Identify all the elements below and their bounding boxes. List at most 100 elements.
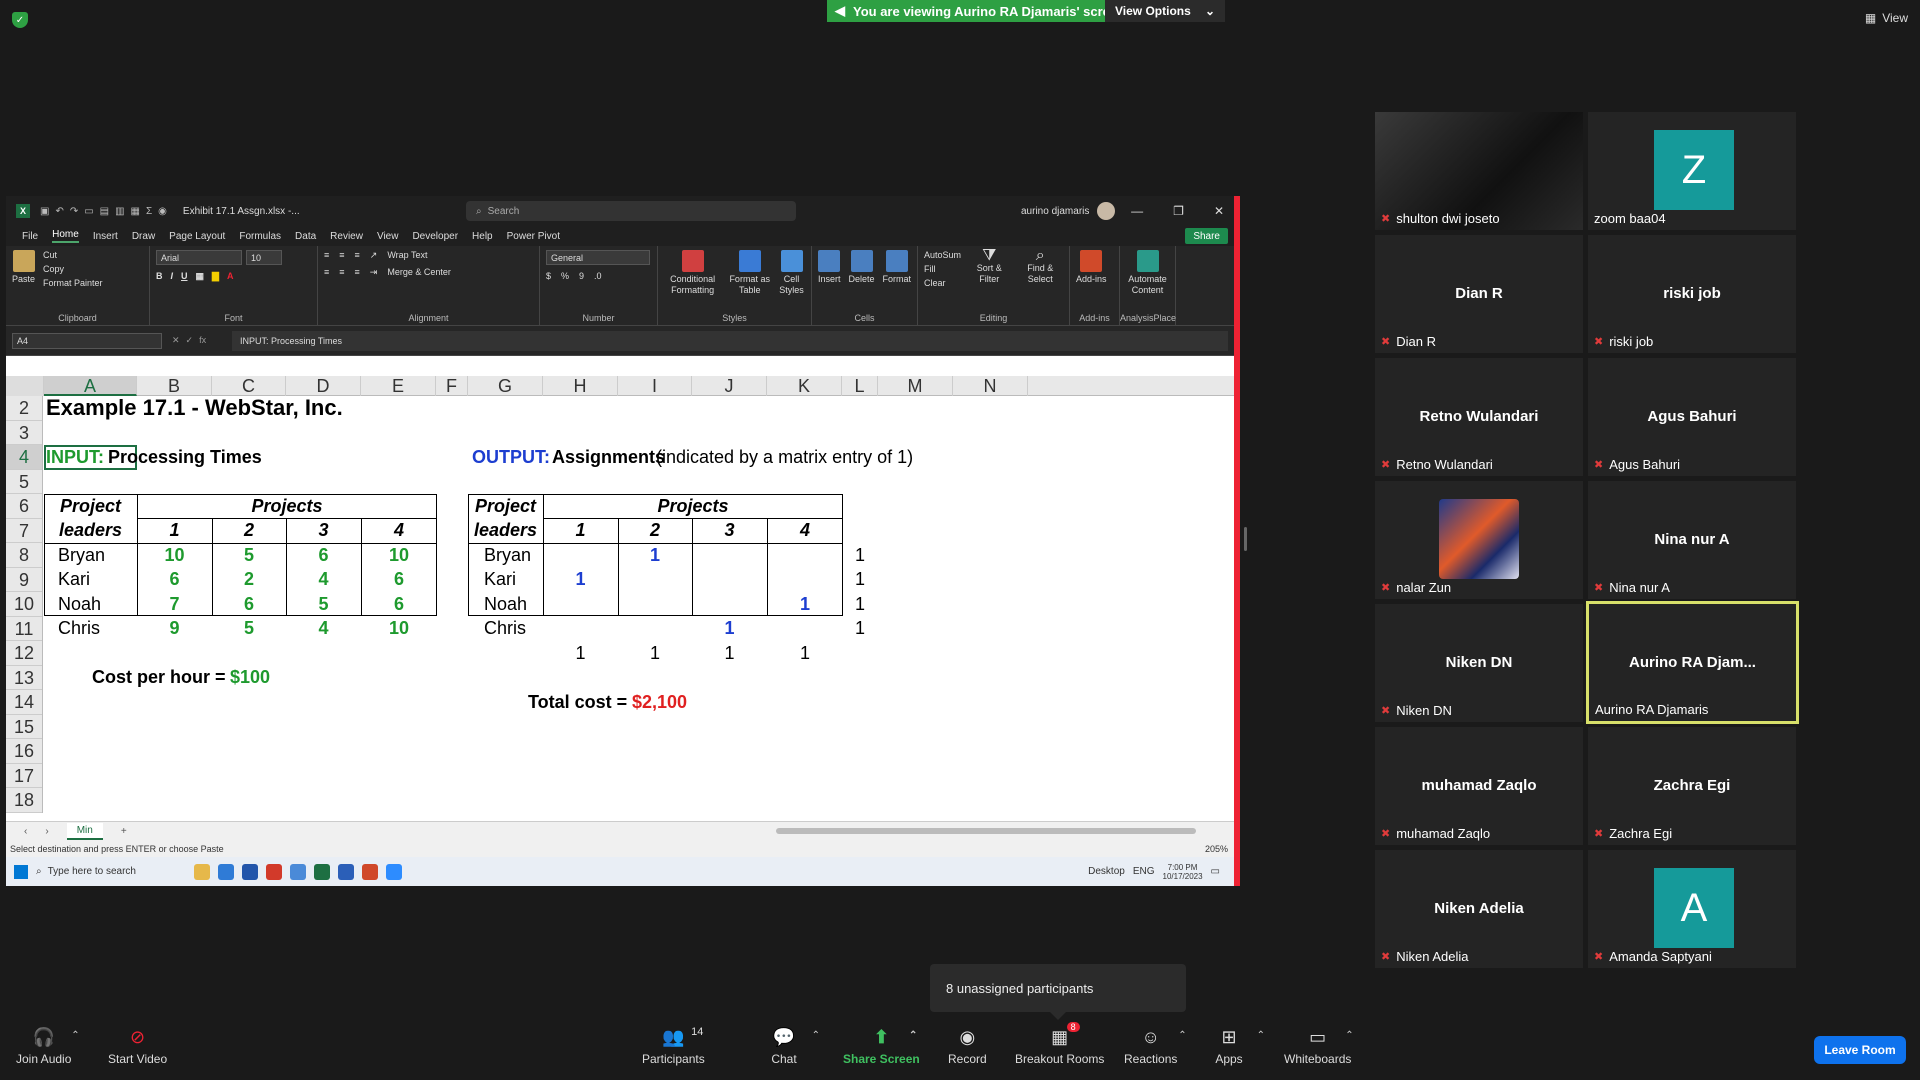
col-header-e[interactable]: E (361, 376, 436, 396)
tab-view[interactable]: View (377, 231, 399, 242)
autosum-button[interactable]: AutoSum (924, 250, 961, 260)
row-header[interactable]: 7 (6, 519, 42, 543)
time-cell[interactable]: 5 (212, 543, 286, 568)
participant-tile[interactable]: Niken Adelia ✖ Niken Adelia (1375, 850, 1583, 968)
close-icon[interactable]: ✕ (1214, 204, 1224, 218)
time-cell[interactable]: 7 (137, 592, 212, 617)
align-top-icon[interactable]: ≡ (324, 250, 329, 261)
assignment-cell[interactable]: 1 (618, 543, 692, 568)
leave-room-button[interactable]: Leave Room (1814, 1036, 1906, 1064)
row-header[interactable]: 10 (6, 592, 42, 617)
participant-tile[interactable]: Agus Bahuri ✖ Agus Bahuri (1588, 358, 1796, 476)
share-screen-button[interactable]: ⬆ ⌃ Share Screen (843, 1026, 920, 1067)
view-options-button[interactable]: View Options ⌄ (1105, 0, 1225, 22)
align-center-icon[interactable]: ≡ (339, 267, 344, 278)
tab-help[interactable]: Help (472, 231, 493, 242)
row-header[interactable]: 8 (6, 543, 42, 568)
col-header-c[interactable]: C (212, 376, 286, 396)
tab-file[interactable]: File (22, 231, 38, 242)
panel-splitter[interactable] (1244, 527, 1247, 551)
align-middle-icon[interactable]: ≡ (339, 250, 344, 261)
formula-input[interactable]: INPUT: Processing Times (232, 330, 1228, 351)
time-cell[interactable]: 10 (361, 543, 437, 568)
prev-sheet-icon[interactable]: ‹ (24, 826, 27, 837)
decimal-icon[interactable]: .0 (594, 271, 602, 281)
taskbar-app-icon[interactable] (290, 863, 306, 880)
col-header-k[interactable]: K (767, 376, 842, 396)
taskbar-search[interactable]: ⌕ Type here to search (36, 866, 186, 877)
align-left-icon[interactable]: ≡ (324, 267, 329, 278)
row-header[interactable]: 12 (6, 641, 42, 666)
chat-button[interactable]: 💬 ⌃ Chat (770, 1026, 820, 1067)
fill-button[interactable]: Fill (924, 264, 961, 274)
col-header-h[interactable]: H (543, 376, 618, 396)
col-header-d[interactable]: D (286, 376, 361, 396)
indent-icon[interactable]: ⇥ (370, 267, 378, 278)
col-header-m[interactable]: M (878, 376, 953, 396)
row-header[interactable]: 5 (6, 470, 42, 494)
participant-tile[interactable]: ✖ shulton dwi joseto (1375, 112, 1583, 230)
excel-search-box[interactable]: ⌕ Search (466, 201, 796, 221)
align-right-icon[interactable]: ≡ (355, 267, 360, 278)
view-button[interactable]: ▦ View (1865, 11, 1908, 25)
tab-review[interactable]: Review (330, 231, 363, 242)
copy-button[interactable]: Copy (43, 264, 103, 274)
time-cell[interactable]: 6 (361, 592, 437, 617)
add-sheet-icon[interactable]: + (121, 826, 127, 837)
next-sheet-icon[interactable]: › (45, 826, 48, 837)
windows-start-icon[interactable] (14, 864, 28, 879)
format-painter-button[interactable]: Format Painter (43, 278, 103, 288)
row-header[interactable]: 13 (6, 666, 42, 690)
participant-tile[interactable]: Nina nur A ✖ Nina nur A (1588, 481, 1796, 599)
tab-draw[interactable]: Draw (132, 231, 155, 242)
font-name-select[interactable]: Arial (156, 250, 242, 265)
bold-button[interactable]: B (156, 271, 163, 282)
taskbar-lang[interactable]: ENG (1133, 866, 1155, 877)
zoom-level[interactable]: 205% (1205, 844, 1228, 854)
wrap-text-button[interactable]: Wrap Text (387, 250, 427, 261)
format-cells-button[interactable]: Format (883, 250, 911, 285)
taskbar-word-icon[interactable] (338, 863, 354, 880)
sort-filter-button[interactable]: ⧩ Sort & Filter (969, 248, 1009, 285)
taskbar-excel-icon[interactable] (314, 863, 330, 880)
apps-button[interactable]: ⊞ ⌃ Apps (1215, 1026, 1265, 1067)
tab-power-pivot[interactable]: Power Pivot (507, 231, 560, 242)
underline-button[interactable]: U (181, 271, 188, 282)
taskbar-app-icon[interactable] (362, 863, 378, 880)
taskbar-zoom-icon[interactable] (386, 863, 402, 880)
time-cell[interactable]: 10 (137, 543, 212, 568)
assignment-cell[interactable]: 1 (767, 592, 843, 617)
row-header[interactable]: 17 (6, 764, 42, 788)
col-header-i[interactable]: I (618, 376, 692, 396)
tab-formulas[interactable]: Formulas (239, 231, 281, 242)
share-button[interactable]: Share (1185, 228, 1228, 244)
row-header[interactable]: 18 (6, 788, 42, 813)
taskbar-app-icon[interactable] (266, 863, 282, 880)
fill-color-icon[interactable]: ▇ (212, 271, 219, 282)
time-cell[interactable]: 5 (212, 616, 286, 641)
join-audio-button[interactable]: 🎧 ⌃ Join Audio (16, 1026, 80, 1067)
select-all-corner[interactable] (6, 376, 44, 396)
time-cell[interactable]: 2 (212, 567, 286, 592)
horizontal-scrollbar[interactable] (776, 828, 1196, 834)
participant-tile[interactable]: Retno Wulandari ✖ Retno Wulandari (1375, 358, 1583, 476)
assignment-cell[interactable]: 1 (692, 616, 767, 641)
conditional-formatting-button[interactable]: Conditional Formatting (664, 250, 721, 296)
time-cell[interactable]: 4 (286, 567, 361, 592)
format-as-table-button[interactable]: Format as Table (729, 250, 770, 296)
row-header[interactable]: 2 (6, 396, 42, 421)
find-select-button[interactable]: ⌕ Find & Select (1017, 248, 1063, 285)
row-header[interactable]: 6 (6, 494, 42, 519)
tab-home[interactable]: Home (52, 229, 79, 243)
taskbar-desktop[interactable]: Desktop (1088, 866, 1125, 877)
shield-icon[interactable]: ✓ (12, 12, 28, 28)
reactions-button[interactable]: ☺ ⌃ Reactions (1124, 1026, 1187, 1067)
italic-button[interactable]: I (171, 271, 174, 282)
tab-insert[interactable]: Insert (93, 231, 118, 242)
col-header-n[interactable]: N (953, 376, 1028, 396)
sheet-tab-min[interactable]: Min (66, 823, 103, 840)
participant-tile[interactable]: Zachra Egi ✖ Zachra Egi (1588, 727, 1796, 845)
taskbar-clock[interactable]: 7:00 PM 10/17/2023 (1163, 863, 1203, 881)
time-cell[interactable]: 9 (137, 616, 212, 641)
col-header-j[interactable]: J (692, 376, 767, 396)
